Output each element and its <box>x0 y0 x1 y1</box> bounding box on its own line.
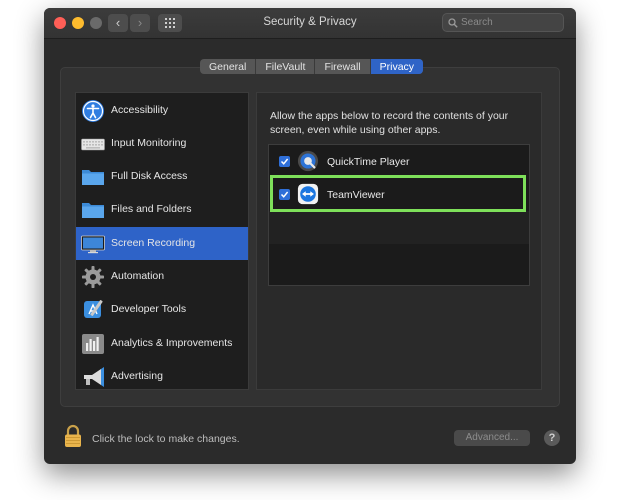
sidebar-item-advertising[interactable]: Advertising <box>76 360 248 389</box>
search-field[interactable] <box>442 13 564 32</box>
sidebar-item-label: Automation <box>111 270 165 282</box>
teamviewer-icon <box>297 183 319 205</box>
tab-privacy[interactable]: Privacy <box>370 59 424 74</box>
analytics-icon <box>82 334 104 354</box>
empty-list-row <box>269 211 529 244</box>
sidebar-item-label: Screen Recording <box>111 237 196 249</box>
checkmark-icon <box>280 191 289 198</box>
list-item-teamviewer[interactable]: TeamViewer <box>269 178 529 211</box>
tab-general[interactable]: General <box>200 59 257 74</box>
lock-icon[interactable] <box>64 424 82 448</box>
sidebar-item-label: Input Monitoring <box>111 137 187 149</box>
sidebar-item-label: Full Disk Access <box>111 170 188 182</box>
gear-icon <box>82 266 104 288</box>
keyboard-icon <box>81 138 105 151</box>
quicktime-checkbox[interactable] <box>279 156 290 167</box>
folder-icon <box>82 203 104 218</box>
tab-filevault[interactable]: FileVault <box>256 59 316 74</box>
app-label: QuickTime Player <box>327 156 410 168</box>
sidebar-item-label: Accessibility <box>111 104 169 116</box>
advanced-button[interactable]: Advanced... <box>454 430 530 446</box>
checkmark-icon <box>280 158 289 165</box>
sidebar-item-accessibility[interactable]: Accessibility <box>76 94 248 127</box>
privacy-category-list: Accessibility Input Monitoring Full Disk… <box>75 92 249 390</box>
accessibility-icon <box>82 100 104 122</box>
screen-recording-description: Allow the apps below to record the conte… <box>270 110 509 136</box>
quicktime-icon <box>297 150 319 172</box>
app-list: QuickTime Player TeamViewer <box>268 144 530 286</box>
sidebar-item-automation[interactable]: Automation <box>76 260 248 293</box>
sidebar-item-analytics[interactable]: Analytics & Improvements <box>76 327 248 360</box>
help-button[interactable]: ? <box>544 430 560 446</box>
tab-bar: General FileVault Firewall Privacy <box>200 59 424 74</box>
sidebar-item-label: Files and Folders <box>111 203 192 215</box>
security-privacy-window: ‹ › Security & Privacy General F <box>44 8 576 464</box>
empty-list-row <box>269 244 529 277</box>
teamviewer-checkbox[interactable] <box>279 189 290 200</box>
developer-tools-icon <box>84 300 103 318</box>
sidebar-item-label: Developer Tools <box>111 303 187 315</box>
search-input[interactable] <box>461 15 559 30</box>
title-bar: ‹ › Security & Privacy <box>44 8 576 39</box>
sidebar-item-files-and-folders[interactable]: Files and Folders <box>76 193 248 226</box>
sidebar-item-label: Advertising <box>111 370 163 382</box>
megaphone-icon <box>84 367 104 387</box>
search-icon <box>448 18 458 28</box>
folder-icon <box>82 170 104 185</box>
sidebar-item-full-disk-access[interactable]: Full Disk Access <box>76 160 248 193</box>
sidebar-item-screen-recording[interactable]: Screen Recording <box>76 227 248 260</box>
sidebar-item-label: Analytics & Improvements <box>111 337 233 349</box>
list-item-quicktime[interactable]: QuickTime Player <box>269 145 529 178</box>
sidebar-item-developer-tools[interactable]: Developer Tools <box>76 293 248 326</box>
app-label: TeamViewer <box>327 189 385 201</box>
lock-message: Click the lock to make changes. <box>92 433 240 445</box>
display-icon <box>81 235 105 254</box>
tab-firewall[interactable]: Firewall <box>315 59 371 74</box>
sidebar-item-input-monitoring[interactable]: Input Monitoring <box>76 127 248 160</box>
